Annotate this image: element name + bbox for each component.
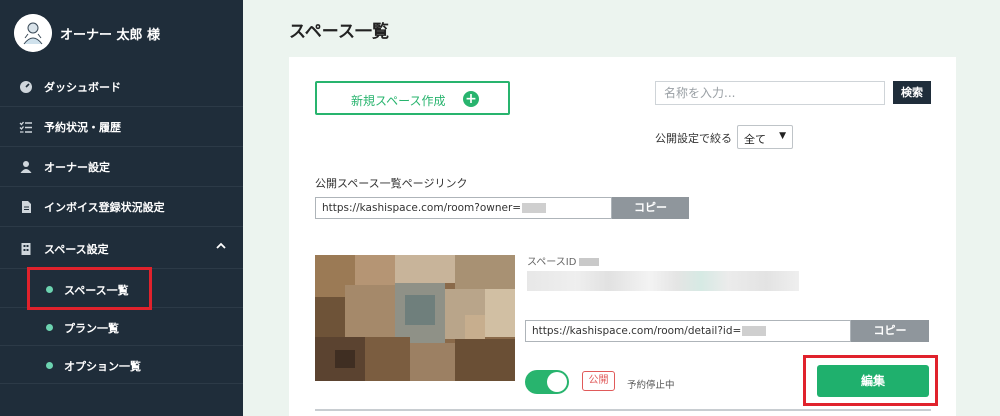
masked-room-id	[742, 326, 767, 336]
status-badge: 公開	[582, 371, 615, 391]
user-icon	[20, 161, 32, 173]
list-link-url-field[interactable]: https://kashispace.com/room?owner=	[315, 197, 612, 219]
space-detail-copy-button[interactable]: コピー	[851, 320, 929, 342]
sidebar-item-space-settings[interactable]: スペース設定	[0, 229, 243, 269]
search-input[interactable]	[655, 81, 885, 105]
user-profile[interactable]: オーナー 太郎 様	[0, 0, 243, 67]
building-icon	[21, 243, 31, 255]
filter-select[interactable]: 全て ▼	[737, 125, 793, 149]
space-id: スペースID	[527, 253, 600, 268]
space-id-label: スペースID	[527, 257, 577, 268]
sidebar-subitem-label: オプション一覧	[64, 360, 141, 373]
sidebar-item-label: ダッシュボード	[44, 81, 121, 94]
publish-toggle[interactable]	[525, 370, 569, 394]
space-photo-image	[315, 255, 515, 381]
sidebar-subitem-plan-list[interactable]: プラン一覧	[0, 308, 243, 346]
filter-label: 公開設定で絞る	[655, 132, 732, 145]
list-link-copy-button[interactable]: コピー	[612, 197, 689, 219]
sidebar-item-label: オーナー設定	[44, 161, 110, 174]
sidebar-item-dashboard[interactable]: ダッシュボード	[0, 67, 243, 107]
chevron-up-icon[interactable]	[215, 240, 227, 254]
chevron-down-icon: ▼	[779, 131, 786, 141]
sidebar: オーナー 太郎 様 ダッシュボード 予約状況・履歴 オーナー設定 インボイス登録…	[0, 0, 243, 416]
sidebar-subitem-option-list[interactable]: オプション一覧	[0, 346, 243, 384]
bullet-icon	[46, 324, 53, 331]
list-check-icon	[19, 121, 32, 133]
user-name: オーナー 太郎 様	[60, 28, 161, 43]
space-detail-url-text: https://kashispace.com/room/detail?id=	[532, 325, 742, 337]
toggle-knob	[547, 372, 567, 392]
plus-circle-icon: +	[463, 91, 479, 107]
sidebar-item-label: スペース設定	[44, 243, 109, 256]
bullet-icon	[46, 362, 53, 369]
document-icon	[22, 201, 31, 213]
divider	[315, 409, 931, 411]
space-detail-url-field[interactable]: https://kashispace.com/room/detail?id=	[525, 320, 851, 342]
sidebar-subitem-label: プラン一覧	[64, 322, 119, 335]
list-link-label: 公開スペース一覧ページリンク	[315, 177, 468, 190]
create-space-label: 新規スペース作成	[351, 94, 446, 108]
create-space-button[interactable]: 新規スペース作成 +	[315, 81, 510, 115]
space-thumbnail[interactable]	[315, 255, 515, 381]
masked-space-id	[579, 258, 600, 266]
sidebar-item-label: 予約状況・履歴	[44, 121, 121, 134]
sidebar-item-label: インボイス登録状況設定	[44, 201, 165, 214]
highlight-box-space-list	[27, 267, 152, 310]
masked-space-name	[527, 271, 799, 291]
list-link-url-text: https://kashispace.com/room?owner=	[322, 202, 522, 214]
page-title: スペース一覧	[289, 22, 389, 42]
avatar	[14, 14, 52, 52]
search-button[interactable]: 検索	[893, 81, 931, 104]
sidebar-item-invoice[interactable]: インボイス登録状況設定	[0, 187, 243, 227]
masked-owner-id	[522, 203, 547, 213]
dashboard-icon	[20, 81, 32, 93]
highlight-box-edit	[803, 355, 938, 406]
reservation-stop-label: 予約停止中	[627, 380, 675, 391]
sidebar-item-owner-settings[interactable]: オーナー設定	[0, 147, 243, 187]
sidebar-item-reservations[interactable]: 予約状況・履歴	[0, 107, 243, 147]
filter-select-value: 全て	[744, 133, 766, 146]
user-avatar-icon	[14, 14, 52, 52]
